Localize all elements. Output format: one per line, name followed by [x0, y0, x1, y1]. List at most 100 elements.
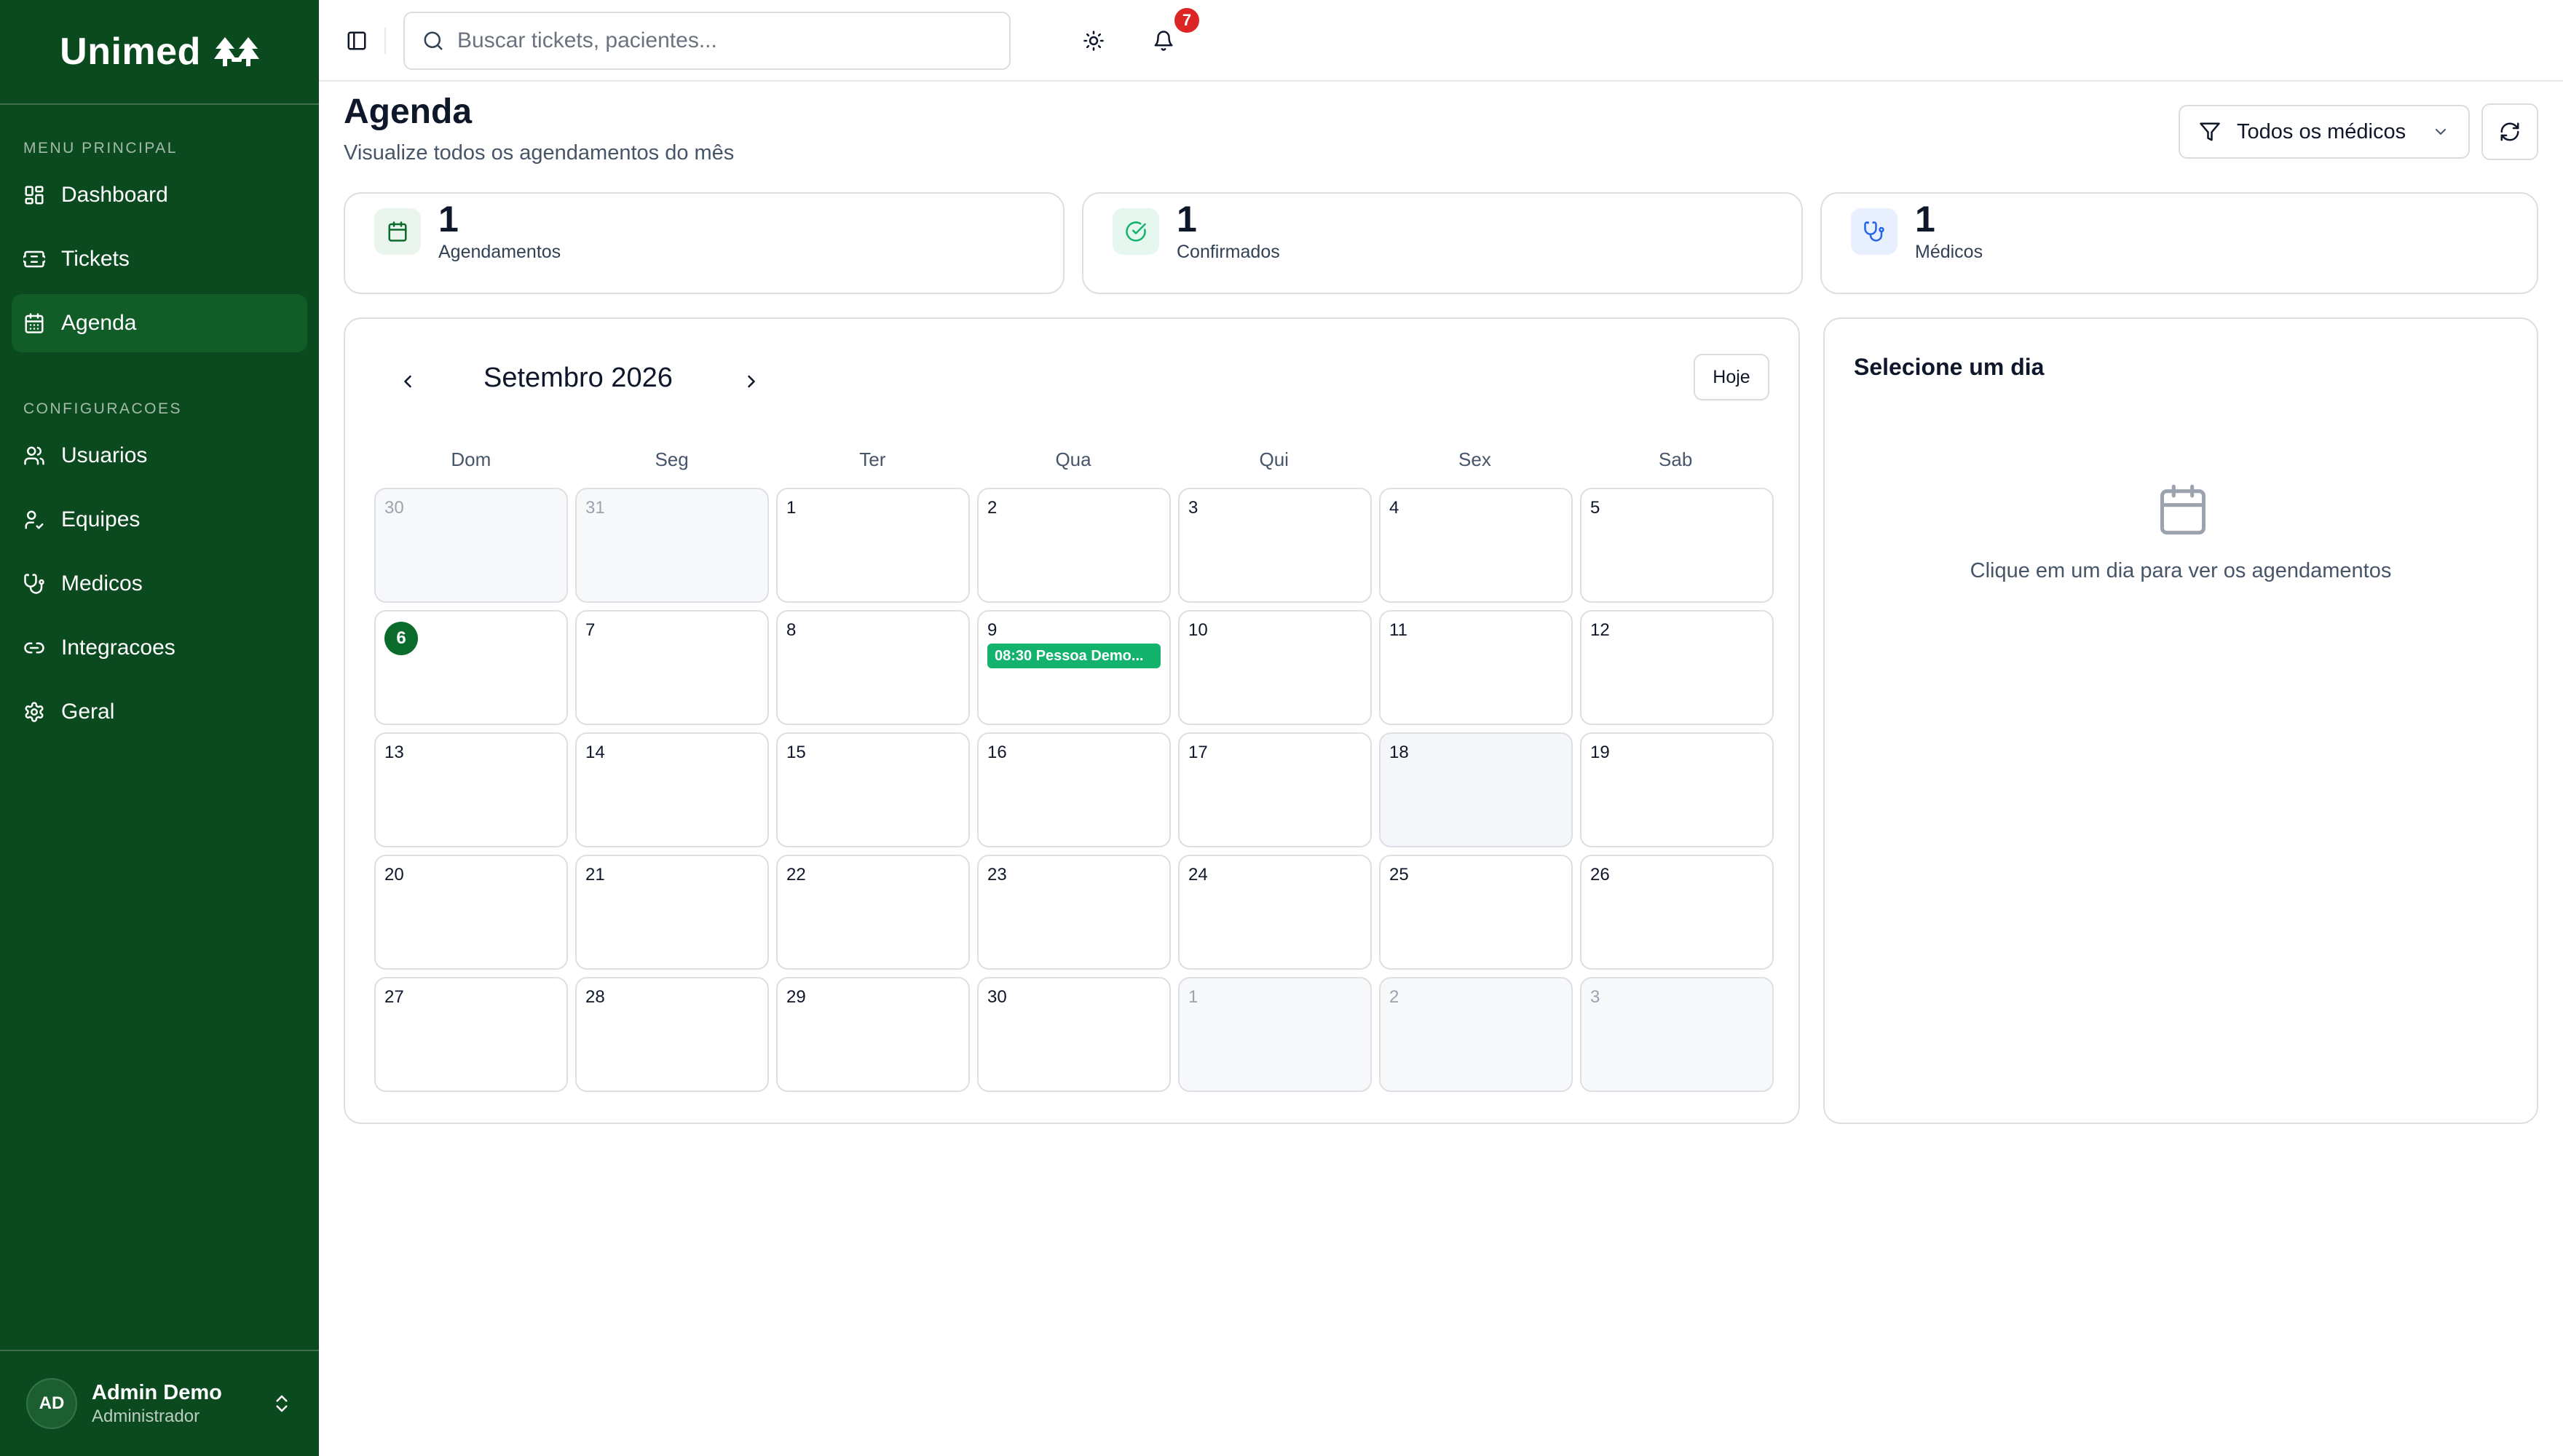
weekday-header: Dom Seg Ter Qua Qui Sex Sab — [374, 448, 1772, 471]
day-number: 13 — [384, 743, 404, 762]
calendar-day[interactable]: 2 — [977, 488, 1171, 603]
calendar-day[interactable]: 21 — [575, 855, 769, 970]
sidebar-item-geral[interactable]: Geral — [12, 683, 307, 741]
calendar-day[interactable]: 26 — [1580, 855, 1774, 970]
weekday-label: Qua — [1055, 448, 1091, 470]
calendar-day[interactable]: 25 — [1379, 855, 1573, 970]
today-button[interactable]: Hoje — [1694, 354, 1769, 400]
calendar-day[interactable]: 28 — [575, 977, 769, 1092]
user-menu[interactable]: AD Admin Demo Administrador — [0, 1350, 319, 1456]
sidebar-item-tickets[interactable]: Tickets — [12, 230, 307, 288]
stat-card-confirmados: 1 Confirmados — [1082, 192, 1803, 294]
calendar-day[interactable]: 16 — [977, 732, 1171, 847]
stat-value: 1 — [1915, 199, 1935, 240]
calendar-day[interactable]: 4 — [1379, 488, 1573, 603]
weekday-label: Sab — [1659, 448, 1693, 470]
chevron-right-icon — [741, 371, 762, 392]
user-info: Admin Demo Administrador — [92, 1381, 256, 1427]
calendar-day[interactable]: 22 — [776, 855, 970, 970]
calendar-day[interactable]: 23 — [977, 855, 1171, 970]
sidebar-toggle-button[interactable] — [342, 26, 371, 55]
users-icon — [23, 445, 45, 467]
sidebar-item-label: Integracoes — [61, 636, 175, 660]
calendar-day[interactable]: 18 — [1379, 732, 1573, 847]
calendar-day[interactable]: 13 — [374, 732, 568, 847]
sidebar-item-dashboard[interactable]: Dashboard — [12, 166, 307, 224]
day-panel-title: Selecione um dia — [1854, 354, 2045, 380]
refresh-button[interactable] — [2481, 103, 2538, 160]
day-number: 20 — [384, 865, 404, 885]
calendar-day[interactable]: 7 — [575, 610, 769, 725]
sidebar-item-label: Agenda — [61, 311, 137, 335]
doctor-filter-select[interactable]: Todos os médicos — [2179, 105, 2470, 159]
calendar-day[interactable]: 14 — [575, 732, 769, 847]
chevrons-up-down-icon[interactable] — [271, 1393, 293, 1415]
prev-month-button[interactable] — [393, 367, 422, 396]
calendar-day[interactable]: 8 — [776, 610, 970, 725]
page-title: Agenda — [344, 92, 473, 131]
calendar-day[interactable]: 27 — [374, 977, 568, 1092]
calendar-day[interactable]: 30 — [977, 977, 1171, 1092]
sidebar-item-label: Usuarios — [61, 443, 148, 467]
day-number: 31 — [585, 498, 605, 518]
day-number: 17 — [1188, 743, 1208, 762]
calendar-day[interactable]: 2 — [1379, 977, 1573, 1092]
search-box[interactable] — [403, 12, 1011, 70]
doctor-filter-label: Todos os médicos — [2237, 119, 2406, 143]
calendar-day[interactable]: 20 — [374, 855, 568, 970]
calendar-day[interactable]: 5 — [1580, 488, 1774, 603]
calendar-day[interactable]: 6 — [374, 610, 568, 725]
calendar-day[interactable]: 31 — [575, 488, 769, 603]
theme-toggle-button[interactable] — [1079, 26, 1108, 55]
day-number: 2 — [1389, 987, 1399, 1007]
calendar-day[interactable]: 15 — [776, 732, 970, 847]
stat-label: Médicos — [1915, 242, 1983, 262]
appointment-chip[interactable]: 08:30 Pessoa Demo... — [987, 644, 1161, 668]
sidebar-item-integracoes[interactable]: Integracoes — [12, 619, 307, 677]
calendar-day[interactable]: 3 — [1178, 488, 1372, 603]
stethoscope-icon — [23, 573, 45, 595]
calendar-day[interactable]: 19 — [1580, 732, 1774, 847]
sidebar-item-usuarios[interactable]: Usuarios — [12, 427, 307, 485]
calendar-day[interactable]: 24 — [1178, 855, 1372, 970]
stat-card-agendamentos: 1 Agendamentos — [344, 192, 1065, 294]
day-number: 16 — [987, 743, 1007, 762]
day-number: 4 — [1389, 498, 1399, 518]
notifications-button[interactable] — [1149, 26, 1178, 55]
topbar-divider — [384, 28, 386, 54]
calendar-day[interactable]: 1 — [776, 488, 970, 603]
calendar-day[interactable]: 29 — [776, 977, 970, 1092]
day-number: 19 — [1590, 743, 1610, 762]
sidebar-item-agenda[interactable]: Agenda — [12, 294, 307, 352]
calendar-day[interactable]: 17 — [1178, 732, 1372, 847]
calendar-day[interactable]: 11 — [1379, 610, 1573, 725]
day-number: 28 — [585, 987, 605, 1007]
day-number: 7 — [585, 620, 596, 640]
calendar-icon — [387, 221, 408, 242]
stat-icon-bg — [1851, 208, 1897, 255]
sun-icon — [1083, 30, 1105, 52]
panel-left-icon — [346, 30, 368, 52]
next-month-button[interactable] — [737, 367, 766, 396]
calendar-day[interactable]: 10 — [1178, 610, 1372, 725]
brand-logo[interactable]: Unimed — [0, 0, 319, 105]
weekday-label: Sex — [1458, 448, 1491, 470]
calendar-day[interactable]: 9 08:30 Pessoa Demo... — [977, 610, 1171, 725]
section-label-main: MENU PRINCIPAL — [23, 140, 178, 157]
search-icon — [422, 30, 444, 52]
sidebar-item-medicos[interactable]: Medicos — [12, 555, 307, 613]
sidebar-item-label: Equipes — [61, 507, 141, 531]
day-panel-empty-text: Clique em um dia para ver os agendamento… — [1970, 559, 2392, 582]
brand-name: Unimed — [60, 31, 201, 73]
bell-icon — [1153, 30, 1174, 52]
search-input[interactable] — [457, 28, 992, 53]
sidebar-item-equipes[interactable]: Equipes — [12, 491, 307, 549]
chevron-down-icon — [2432, 123, 2449, 141]
calendar-day[interactable]: 1 — [1178, 977, 1372, 1092]
calendar-day[interactable]: 3 — [1580, 977, 1774, 1092]
calendar-day[interactable]: 30 — [374, 488, 568, 603]
filter-icon — [2199, 121, 2221, 143]
calendar-day[interactable]: 12 — [1580, 610, 1774, 725]
day-number: 30 — [987, 987, 1007, 1007]
day-number: 18 — [1389, 743, 1409, 762]
